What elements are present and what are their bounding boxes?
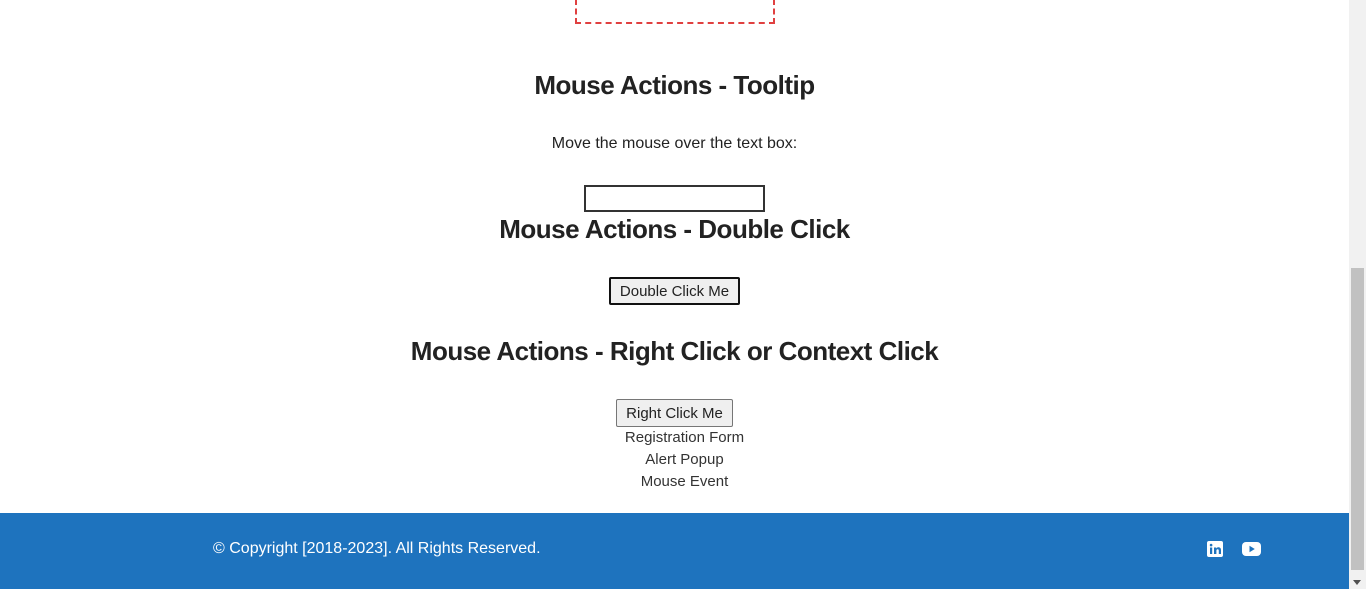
context-menu-item-mouse-event[interactable]: Mouse Event	[584, 473, 785, 490]
drop-target-box[interactable]	[575, 0, 775, 24]
scrollbar-thumb[interactable]	[1351, 268, 1364, 570]
right-click-heading-wrap: Mouse Actions - Right Click or Context C…	[0, 336, 1349, 367]
tooltip-section-heading-wrap: Mouse Actions - Tooltip	[0, 70, 1349, 101]
scroll-down-arrow-icon[interactable]	[1353, 580, 1361, 585]
footer: © Copyright [2018-2023]. All Rights Rese…	[0, 513, 1349, 589]
page: Mouse Actions - Tooltip Move the mouse o…	[0, 0, 1349, 589]
right-click-section-title: Mouse Actions - Right Click or Context C…	[410, 336, 939, 366]
context-menu-item-registration-form[interactable]: Registration Form	[584, 429, 785, 446]
double-click-button[interactable]: Double Click Me	[609, 277, 740, 305]
tooltip-instruction-wrap: Move the mouse over the text box:	[0, 135, 1349, 153]
copyright-text: © Copyright [2018-2023]. All Rights Rese…	[213, 540, 541, 557]
right-click-button[interactable]: Right Click Me	[616, 399, 733, 427]
vertical-scrollbar[interactable]	[1349, 0, 1366, 589]
double-click-section-title: Mouse Actions - Double Click	[499, 214, 850, 244]
tooltip-instruction: Move the mouse over the text box:	[551, 135, 798, 152]
youtube-icon[interactable]	[1241, 540, 1261, 558]
tooltip-section-title: Mouse Actions - Tooltip	[534, 70, 815, 100]
double-click-heading-wrap: Mouse Actions - Double Click	[0, 214, 1349, 245]
context-menu-item-alert-popup[interactable]: Alert Popup	[584, 451, 785, 468]
tooltip-textbox[interactable]	[584, 185, 765, 212]
linkedin-icon[interactable]	[1206, 540, 1224, 558]
